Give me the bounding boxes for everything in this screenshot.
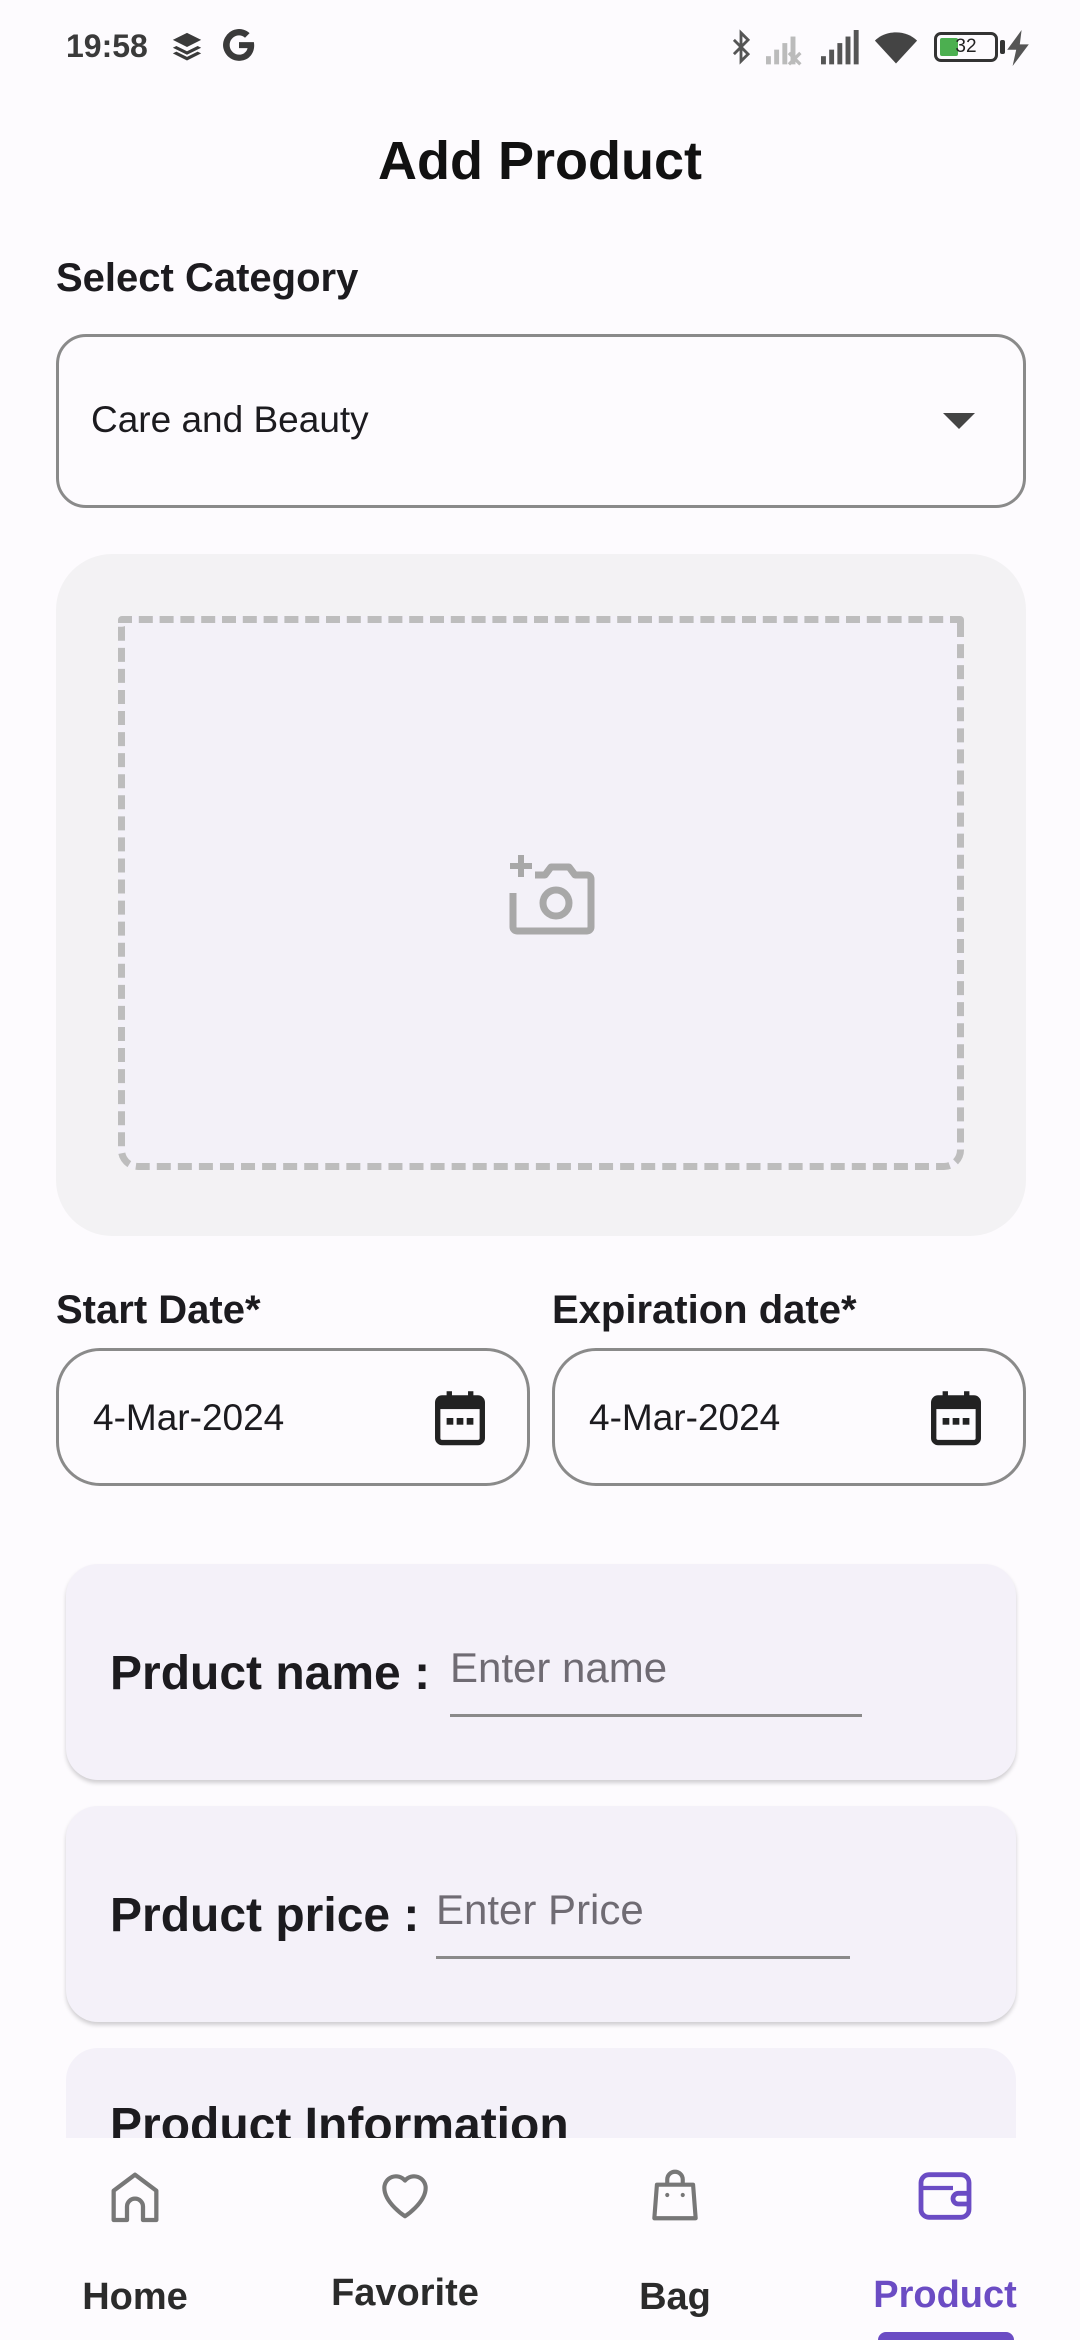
page-title: Add Product bbox=[378, 131, 702, 191]
dropdown-arrow-icon bbox=[943, 413, 975, 429]
expiration-date-field[interactable]: 4-Mar-2024 bbox=[552, 1348, 1026, 1486]
bluetooth-icon bbox=[724, 28, 758, 71]
product-name-card: Prduct name : bbox=[66, 1564, 1016, 1780]
nav-item-bag[interactable]: Bag bbox=[540, 2138, 810, 2340]
add-photo-icon bbox=[505, 853, 595, 942]
category-dropdown[interactable]: Care and Beauty bbox=[56, 334, 1026, 508]
product-price-label: Prduct price : bbox=[110, 1889, 420, 1942]
google-icon bbox=[220, 26, 258, 69]
shopping-bag-icon bbox=[644, 2164, 706, 2231]
nav-label-favorite: Favorite bbox=[331, 2272, 479, 2314]
layers-icon bbox=[170, 30, 204, 69]
nav-item-product[interactable]: Product bbox=[810, 2138, 1080, 2340]
start-date-field[interactable]: 4-Mar-2024 bbox=[56, 1348, 530, 1486]
image-drop-area[interactable] bbox=[118, 616, 964, 1170]
calendar-icon[interactable] bbox=[433, 1389, 487, 1452]
calendar-icon[interactable] bbox=[929, 1389, 983, 1452]
active-tab-indicator bbox=[878, 2332, 1014, 2340]
battery-level: 32 bbox=[955, 36, 977, 57]
heart-icon bbox=[374, 2162, 436, 2229]
product-price-input[interactable] bbox=[436, 1872, 850, 1959]
start-date-value: 4-Mar-2024 bbox=[93, 1397, 285, 1438]
status-time: 19:58 bbox=[66, 28, 148, 64]
battery-icon: 32 bbox=[934, 32, 998, 62]
nav-item-favorite[interactable]: Favorite bbox=[270, 2138, 540, 2340]
nav-label-bag: Bag bbox=[639, 2276, 711, 2318]
expiration-date-label: Expiration date* bbox=[552, 1288, 857, 1332]
expiration-date-value: 4-Mar-2024 bbox=[589, 1397, 781, 1438]
nav-label-home: Home bbox=[82, 2276, 188, 2318]
wifi-icon bbox=[874, 28, 918, 71]
product-price-card: Prduct price : bbox=[66, 1806, 1016, 2022]
status-bar: 19:58 32 bbox=[0, 0, 1080, 96]
category-label: Select Category bbox=[56, 256, 359, 300]
signal-icon bbox=[818, 30, 860, 71]
category-selected-value: Care and Beauty bbox=[91, 399, 369, 440]
nav-item-home[interactable]: Home bbox=[0, 2138, 270, 2340]
battery-tip bbox=[1000, 40, 1005, 54]
nav-label-product: Product bbox=[873, 2274, 1017, 2316]
bottom-navigation: Home Favorite Bag Product bbox=[0, 2138, 1080, 2340]
image-picker-card bbox=[56, 554, 1026, 1236]
signal-no-service-icon bbox=[764, 30, 804, 71]
product-name-input[interactable] bbox=[450, 1630, 862, 1717]
start-date-label: Start Date* bbox=[56, 1288, 261, 1332]
product-name-label: Prduct name : bbox=[110, 1647, 431, 1700]
wallet-icon bbox=[913, 2164, 977, 2233]
home-icon bbox=[103, 2164, 167, 2233]
charging-icon bbox=[1006, 30, 1030, 71]
